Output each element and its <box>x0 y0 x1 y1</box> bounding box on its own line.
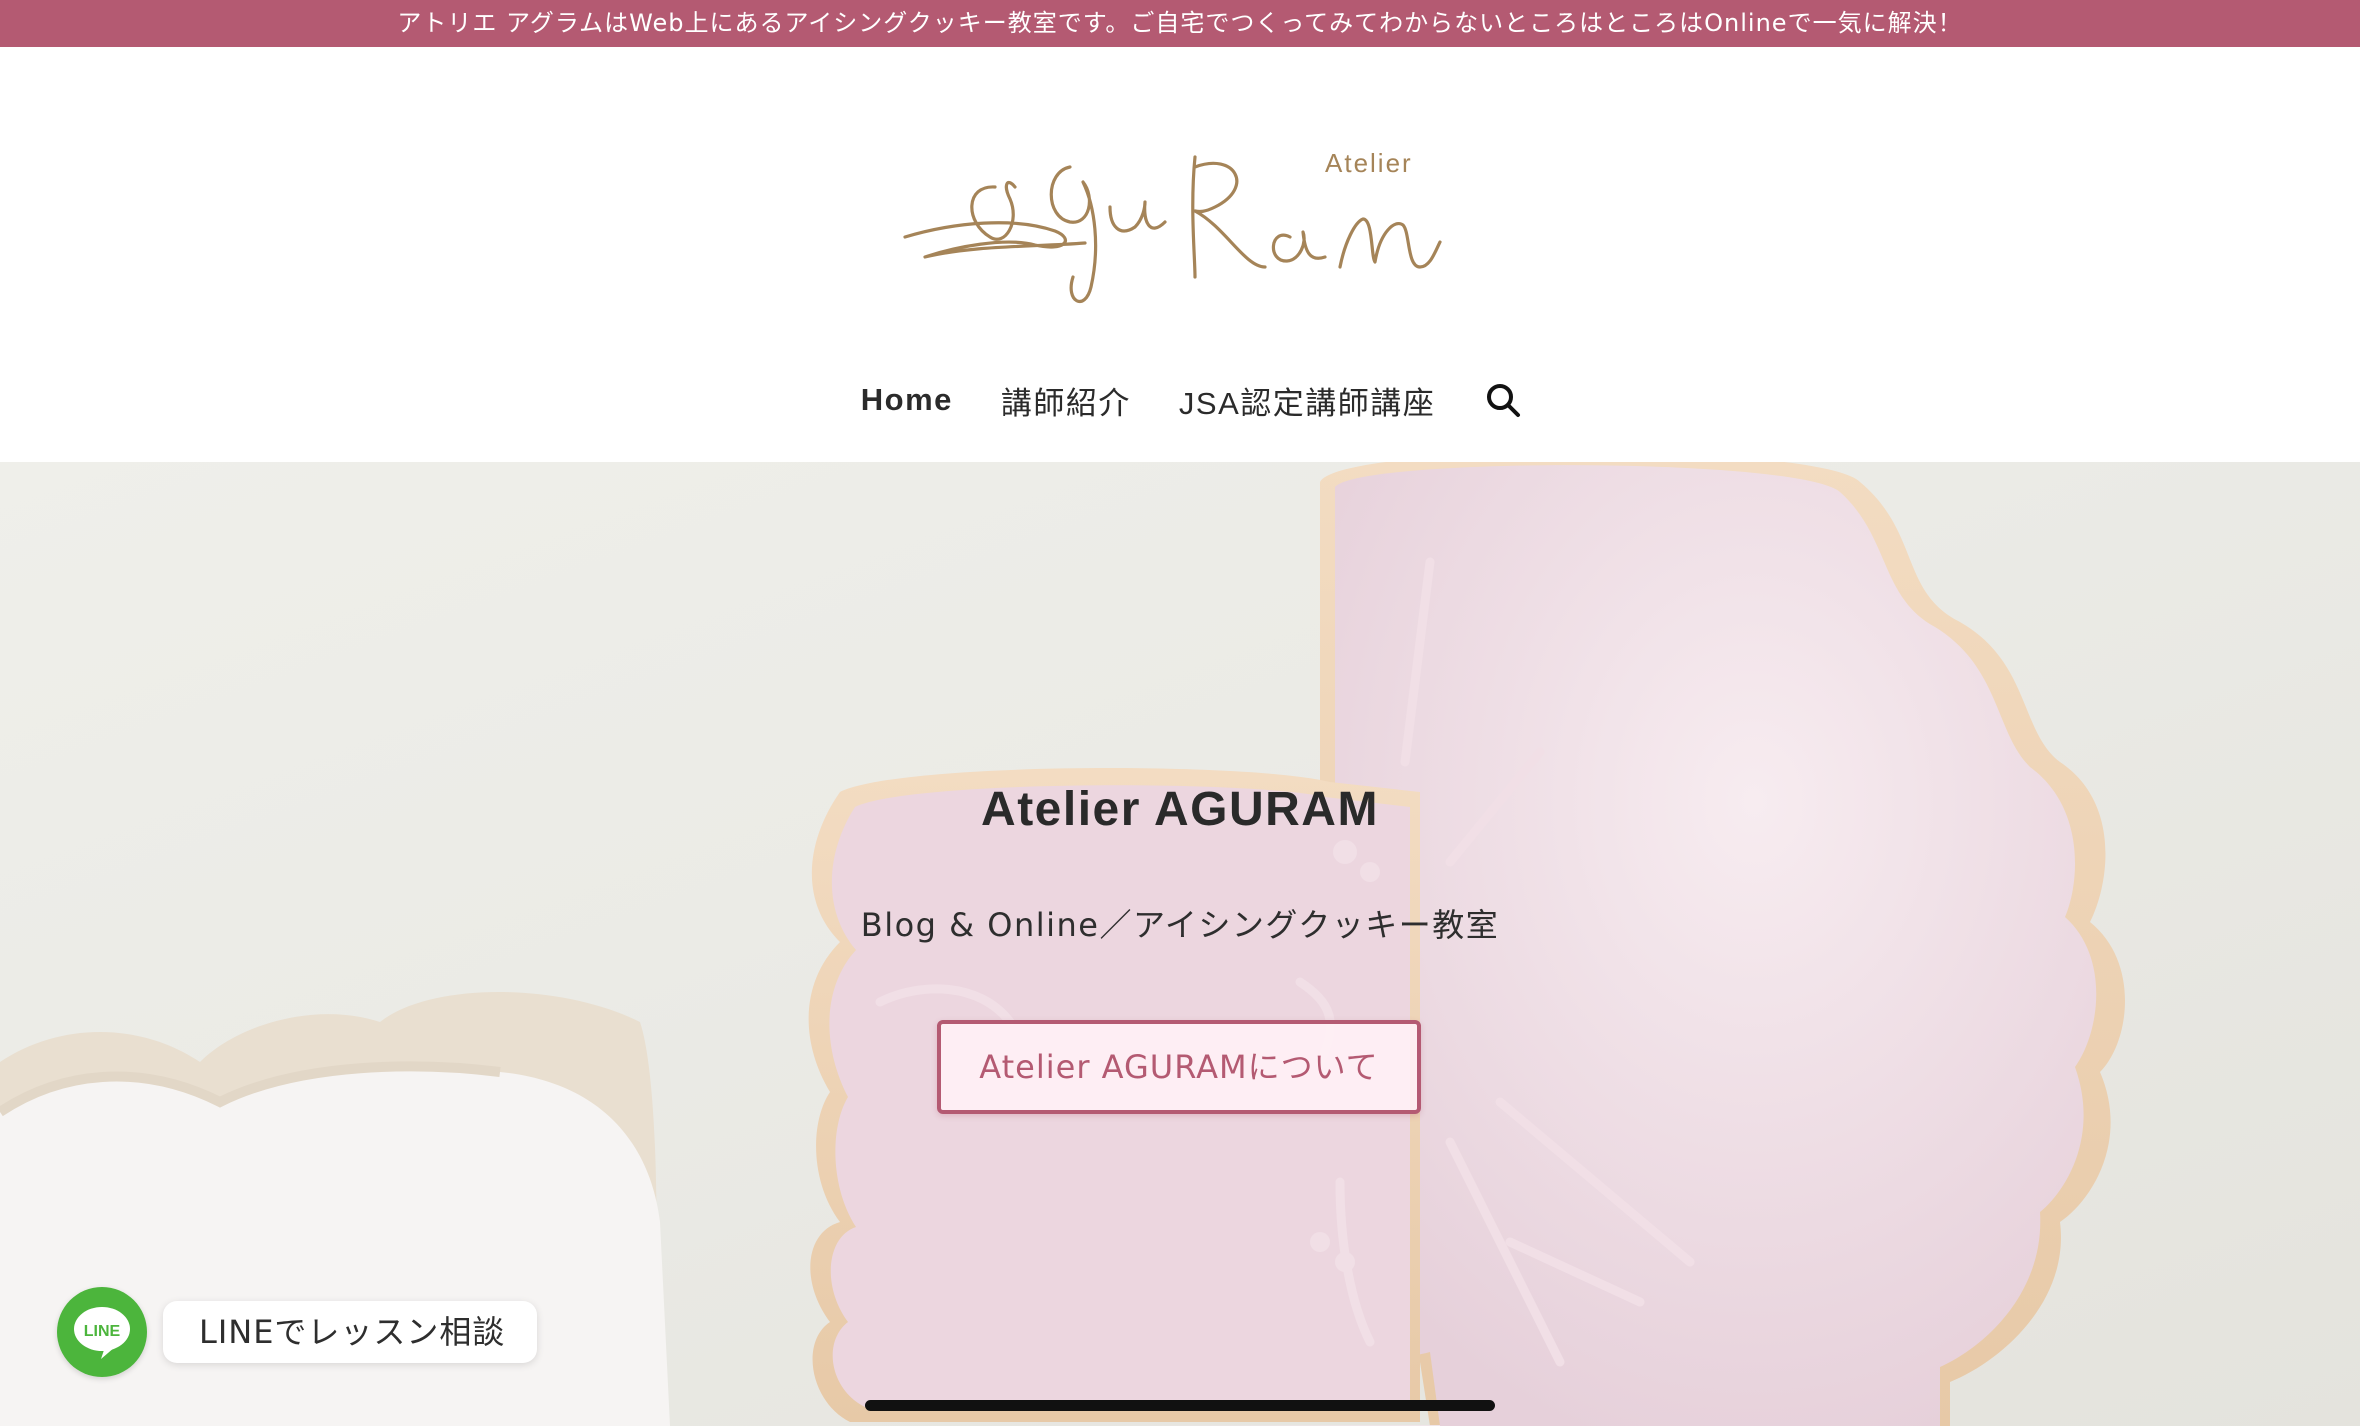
logo-atelier-text: Atelier <box>1325 148 1413 178</box>
site-logo[interactable]: Atelier <box>895 127 1450 327</box>
search-icon[interactable] <box>1483 380 1523 420</box>
line-icon-text: LINE <box>84 1323 121 1340</box>
nav-item-home[interactable]: Home <box>861 382 953 418</box>
announcement-bar: アトリエ アグラムはWeb上にあるアイシングクッキー教室です。ご自宅でつくってみ… <box>0 0 2360 47</box>
page: アトリエ アグラムはWeb上にあるアイシングクッキー教室です。ご自宅でつくってみ… <box>0 0 2360 1426</box>
hero-title: Atelier AGURAM <box>981 783 1379 836</box>
site-header: Atelier Home 講師紹介 JSA認定講師講座 <box>0 47 2360 462</box>
line-consult-label[interactable]: LINEでレッスン相談 <box>163 1301 538 1363</box>
hero-subtitle: Blog & Online／アイシングクッキー教室 <box>860 906 1500 944</box>
hero-section: Atelier AGURAM Blog & Online／アイシングクッキー教室… <box>0 462 2360 1426</box>
home-indicator[interactable] <box>865 1400 1495 1411</box>
announcement-text: アトリエ アグラムはWeb上にあるアイシングクッキー教室です。ご自宅でつくってみ… <box>397 9 1963 37</box>
about-button[interactable]: Atelier AGURAMについて <box>937 1020 1421 1114</box>
nav-item-instructor[interactable]: 講師紹介 <box>1001 378 1131 423</box>
nav-item-jsa-course[interactable]: JSA認定講師講座 <box>1179 378 1435 423</box>
line-icon[interactable]: LINE <box>57 1287 147 1377</box>
main-nav: Home 講師紹介 JSA認定講師講座 <box>0 372 2360 428</box>
